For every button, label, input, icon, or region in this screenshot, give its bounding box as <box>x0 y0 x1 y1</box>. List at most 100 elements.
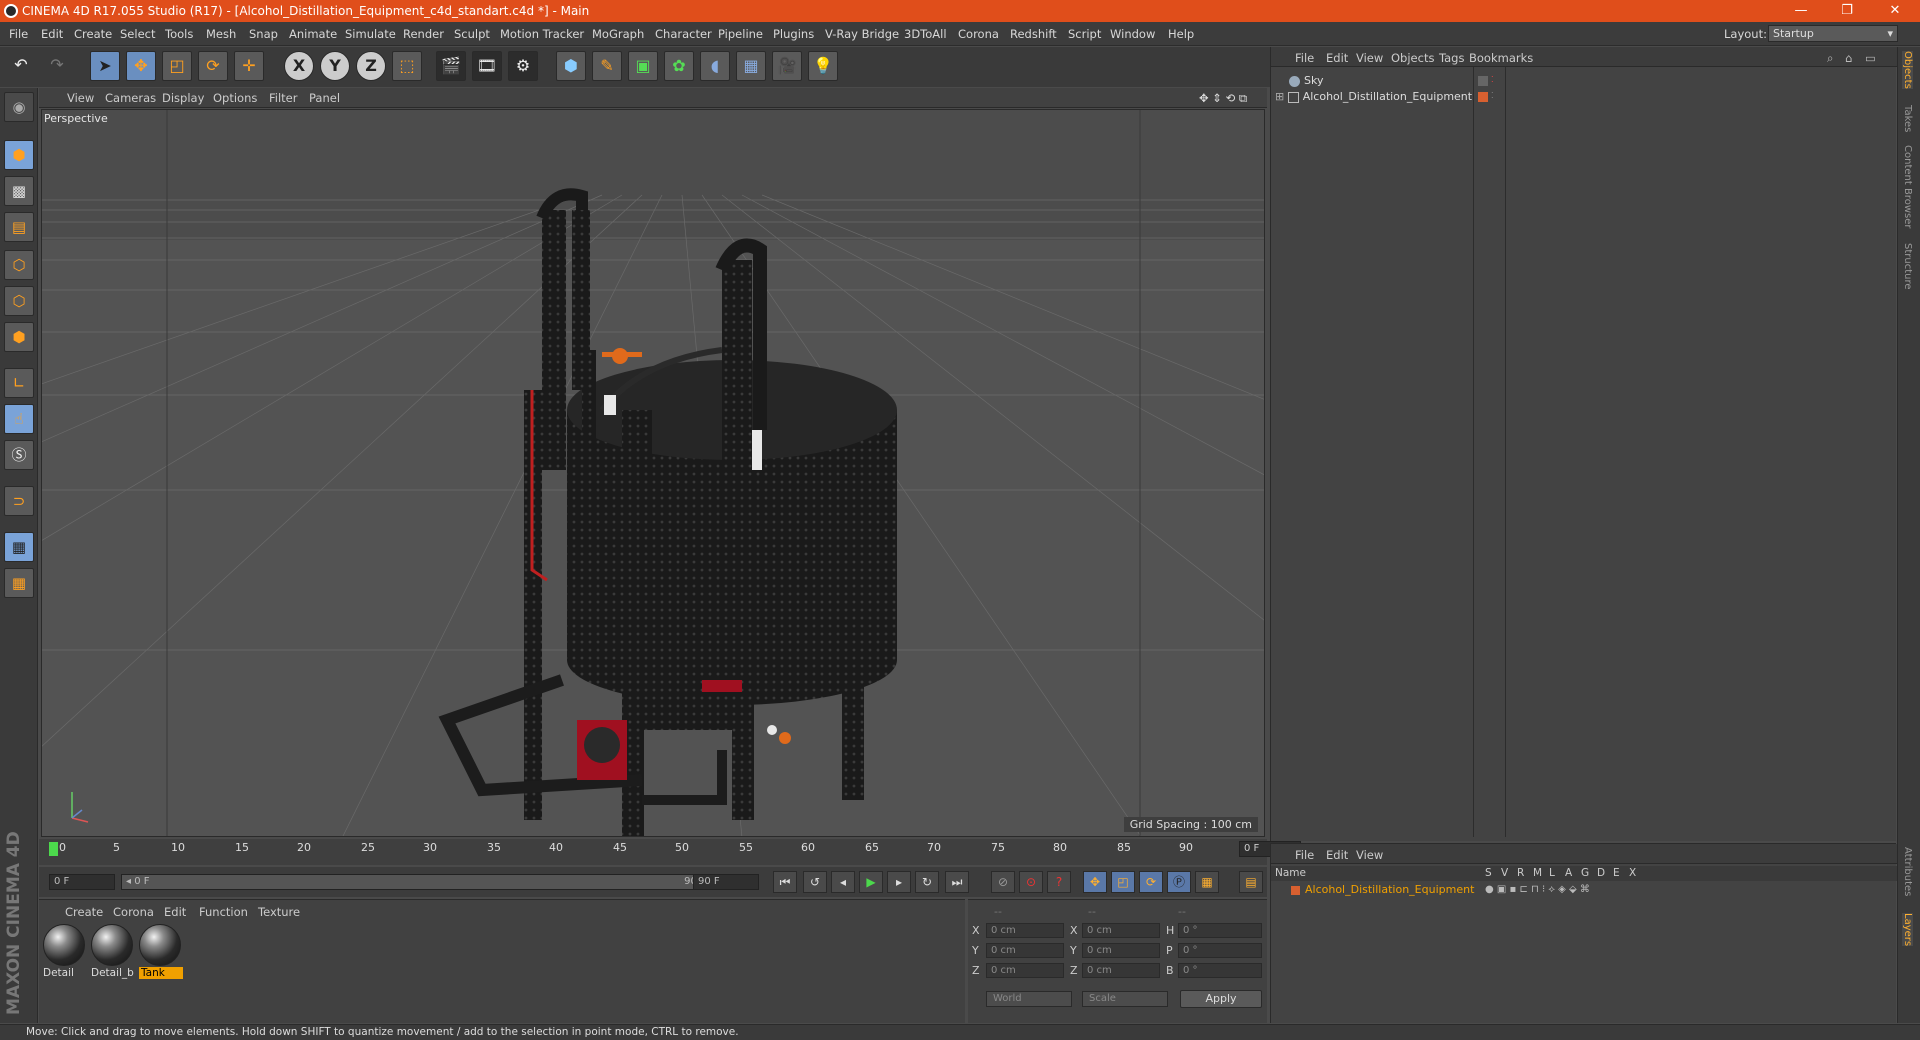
tab-takes[interactable]: Takes <box>1902 105 1913 132</box>
menu-help[interactable]: Help <box>1168 27 1194 41</box>
menu-edit[interactable]: Edit <box>41 27 63 41</box>
play-icon[interactable]: ▶ <box>859 871 883 893</box>
menu-create[interactable]: Create <box>74 27 112 41</box>
tab-content-browser[interactable]: Content Browser <box>1902 145 1913 228</box>
viewport-nav-icons[interactable]: ✥ ⇕ ⟲ ⧉ <box>1199 91 1247 106</box>
viewport-menu-options[interactable]: Options <box>213 91 257 105</box>
apply-button[interactable]: Apply <box>1180 990 1262 1008</box>
end-frame-field[interactable]: 90 F <box>693 874 759 890</box>
key-rotation-icon[interactable]: ⟳ <box>1139 871 1163 893</box>
close-button[interactable]: ✕ <box>1872 0 1918 22</box>
objects-menu-edit[interactable]: Edit <box>1326 51 1348 65</box>
viewport-camera-label[interactable]: Perspective <box>44 112 108 125</box>
material-menu-edit[interactable]: Edit <box>164 905 186 919</box>
go-to-end-icon[interactable]: ⏭ <box>945 871 969 893</box>
menu-script[interactable]: Script <box>1068 27 1101 41</box>
rotation-p-field[interactable]: 0 ° <box>1178 943 1262 958</box>
size-x-field[interactable]: 0 cm <box>1082 923 1160 938</box>
expand-icon[interactable]: ⊞ <box>1275 90 1288 103</box>
next-key-icon[interactable]: ↻ <box>915 871 939 893</box>
array-generator-icon[interactable]: ✿ <box>664 51 694 81</box>
menu-render[interactable]: Render <box>403 27 444 41</box>
edges-mode-icon[interactable]: ⬡ <box>4 286 34 316</box>
redo-icon[interactable]: ↷ <box>42 51 72 81</box>
rotate-tool-icon[interactable]: ⟳ <box>198 51 228 81</box>
material-menu-corona[interactable]: Corona <box>113 905 154 919</box>
quantize-icon[interactable]: ▦ <box>4 568 34 598</box>
floor-icon[interactable]: ▦ <box>736 51 766 81</box>
playhead[interactable] <box>49 842 58 856</box>
size-z-field[interactable]: 0 cm <box>1082 963 1160 978</box>
material-detail-b[interactable]: Detail_b <box>91 924 135 980</box>
menu-sculpt[interactable]: Sculpt <box>454 27 490 41</box>
menu-3dtoall[interactable]: 3DToAll <box>904 27 947 41</box>
render-view-icon[interactable]: 🎬 <box>436 51 466 81</box>
pen-spline-icon[interactable]: ✎ <box>592 51 622 81</box>
perspective-viewport[interactable]: Perspective Grid Spacing : 100 cm <box>41 109 1265 837</box>
objects-menu-objects[interactable]: Objects <box>1391 51 1434 65</box>
visibility-dots-icon[interactable]: ⁚ <box>1491 91 1494 100</box>
menu-pipeline[interactable]: Pipeline <box>718 27 763 41</box>
layer-row[interactable]: Alcohol_Distillation_Equipment ● ▣ ▪ ⊏ ⊓… <box>1271 882 1897 898</box>
rotation-b-field[interactable]: 0 ° <box>1178 963 1262 978</box>
layer-flag-icons[interactable]: ● ▣ ▪ ⊏ ⊓ ⁝ ⟡ ◈ ⬙ ⌘ <box>1485 882 1590 898</box>
points-mode-icon[interactable]: ⬡ <box>4 250 34 280</box>
workplane-lock-icon[interactable]: ▦ <box>4 532 34 562</box>
rotation-h-field[interactable]: 0 ° <box>1178 923 1262 938</box>
workplane-mode-icon[interactable]: ▤ <box>4 212 34 242</box>
coordinate-system-icon[interactable]: ⬚ <box>392 51 422 81</box>
menu-select[interactable]: Select <box>120 27 155 41</box>
material-menu-function[interactable]: Function <box>199 905 248 919</box>
menu-file[interactable]: File <box>9 27 28 41</box>
viewport-menu-view[interactable]: View <box>67 91 94 105</box>
soft-selection-icon[interactable]: Ⓢ <box>4 440 34 470</box>
go-to-start-icon[interactable]: ⏮ <box>773 871 797 893</box>
axis-mode-icon[interactable]: ∟ <box>4 368 34 398</box>
sky-tag-icon[interactable] <box>1478 76 1488 86</box>
viewport-menu-filter[interactable]: Filter <box>269 91 297 105</box>
restore-button[interactable]: ❐ <box>1824 0 1870 22</box>
menu-animate[interactable]: Animate <box>289 27 337 41</box>
render-settings-icon[interactable]: ⚙ <box>508 51 538 81</box>
key-scale-icon[interactable]: ◰ <box>1111 871 1135 893</box>
material-tank[interactable]: Tank <box>139 924 183 980</box>
light-icon[interactable]: 💡 <box>808 51 838 81</box>
menu-snap[interactable]: Snap <box>249 27 278 41</box>
position-x-field[interactable]: 0 cm <box>986 923 1064 938</box>
recent-tools-icon[interactable]: ✛ <box>234 51 264 81</box>
layers-menu-file[interactable]: File <box>1295 848 1314 862</box>
menu-plugins[interactable]: Plugins <box>773 27 814 41</box>
menu-vray-bridge[interactable]: V-Ray Bridge <box>825 27 899 41</box>
key-position-icon[interactable]: ✥ <box>1083 871 1107 893</box>
cube-primitive-icon[interactable]: ⬢ <box>556 51 586 81</box>
previous-key-icon[interactable]: ↺ <box>803 871 827 893</box>
size-mode-dropdown[interactable]: Scale <box>1082 991 1168 1007</box>
viewport-menu-panel[interactable]: Panel <box>309 91 340 105</box>
step-forward-icon[interactable]: ▸ <box>887 871 911 893</box>
scale-tool-icon[interactable]: ◰ <box>162 51 192 81</box>
menu-window[interactable]: Window <box>1110 27 1155 41</box>
range-slider[interactable]: ◂ 0 F90 F ▸ <box>121 874 721 890</box>
render-picture-viewer-icon[interactable]: 🎞 <box>472 51 502 81</box>
key-pla-icon[interactable]: ▦ <box>1195 871 1219 893</box>
autokey-icon[interactable]: ⊙ <box>1019 871 1043 893</box>
coordinate-space-dropdown[interactable]: World <box>986 991 1072 1007</box>
undo-icon[interactable]: ↶ <box>6 51 36 81</box>
camera-icon[interactable]: 🎥 <box>772 51 802 81</box>
objects-menu-view[interactable]: View <box>1356 51 1383 65</box>
viewport-menu-cameras[interactable]: Cameras <box>105 91 156 105</box>
polygons-mode-icon[interactable]: ⬢ <box>4 322 34 352</box>
axis-x-button[interactable]: X <box>284 51 314 81</box>
viewport-menu-display[interactable]: Display <box>162 91 204 105</box>
objects-menu-bookmarks[interactable]: Bookmarks <box>1469 51 1533 65</box>
material-tag-icon[interactable] <box>1478 92 1488 102</box>
tab-layers[interactable]: Layers <box>1902 913 1913 947</box>
visibility-dots-icon[interactable]: ⁚ <box>1491 75 1494 84</box>
material-menu-create[interactable]: Create <box>65 905 103 919</box>
make-editable-icon[interactable]: ◉ <box>4 92 34 122</box>
model-mode-icon[interactable]: ⬢ <box>4 140 34 170</box>
menu-mograph[interactable]: MoGraph <box>592 27 644 41</box>
timeline-ruler[interactable]: 0 5 10 15 20 25 30 35 40 45 50 55 60 65 … <box>39 839 1301 865</box>
tab-objects[interactable]: Objects <box>1902 51 1913 89</box>
step-back-icon[interactable]: ◂ <box>831 871 855 893</box>
